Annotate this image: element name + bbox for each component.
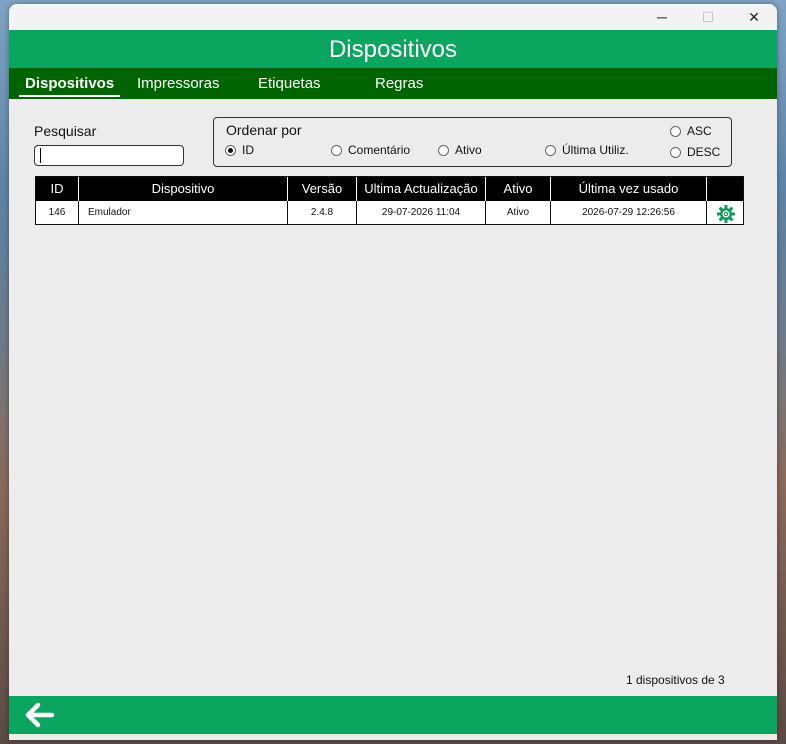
column-header-ultima-vez[interactable]: Última vez usado: [551, 177, 707, 201]
radio-icon: [438, 144, 449, 156]
column-header-ativo[interactable]: Ativo: [486, 177, 551, 201]
app-window: ─ ☐ ✕ Dispositivos Dispositivos Impresso…: [9, 4, 777, 740]
sort-option-label: Última Utiliz.: [562, 143, 629, 157]
minimize-button[interactable]: ─: [639, 4, 685, 30]
radio-icon: [670, 125, 681, 137]
sort-option-ultima[interactable]: Última Utiliz.: [545, 143, 629, 157]
column-header-id[interactable]: ID: [36, 177, 79, 201]
sort-title: Ordenar por: [226, 122, 302, 138]
title-bar: ─ ☐ ✕: [9, 4, 777, 30]
gear-icon[interactable]: [717, 205, 735, 223]
sort-option-label: ID: [242, 143, 254, 157]
cell-device: Emulador: [79, 201, 288, 224]
sort-option-label: Comentário: [348, 143, 411, 157]
cell-id: 146: [36, 201, 79, 224]
column-header-dispositivo[interactable]: Dispositivo: [79, 177, 288, 201]
footer-bar: [9, 696, 777, 734]
column-header-actions: [707, 177, 743, 201]
radio-icon: [545, 144, 556, 156]
sort-direction-desc[interactable]: DESC: [670, 145, 720, 159]
sort-option-id[interactable]: ID: [225, 143, 254, 157]
sort-option-ativo[interactable]: Ativo: [438, 143, 482, 157]
radio-checked-icon: [225, 144, 236, 156]
tab-bar: Dispositivos Impressoras Etiquetas Regra…: [9, 68, 777, 99]
tab-etiquetas[interactable]: Etiquetas: [258, 68, 321, 99]
devices-table: ID Dispositivo Versão Ultima Actualizaçã…: [35, 176, 744, 225]
sort-group: Ordenar por ID Comentário Ativo Última U…: [213, 117, 732, 167]
arrow-left-icon[interactable]: [23, 701, 55, 729]
sort-direction-label: ASC: [687, 124, 712, 138]
column-header-versao[interactable]: Versão: [288, 177, 357, 201]
search-input[interactable]: [34, 145, 184, 166]
close-button[interactable]: ✕: [731, 4, 777, 30]
tab-dispositivos[interactable]: Dispositivos: [18, 68, 121, 99]
tab-impressoras[interactable]: Impressoras: [137, 68, 220, 99]
radio-icon: [331, 144, 342, 156]
sort-direction-asc[interactable]: ASC: [670, 124, 712, 138]
cell-version: 2.4.8: [288, 201, 357, 224]
cell-updated: 29-07-2026 11:04: [357, 201, 486, 224]
cell-active: Ativo: [486, 201, 551, 224]
device-count: 1 dispositivos de 3: [626, 673, 725, 687]
tab-regras[interactable]: Regras: [375, 68, 423, 99]
cell-last-used: 2026-07-29 12:26:56: [551, 201, 707, 224]
maximize-button[interactable]: ☐: [685, 4, 731, 30]
column-header-actualizacao[interactable]: Ultima Actualização: [357, 177, 486, 201]
search-label: Pesquisar: [34, 123, 97, 139]
text-caret: [40, 148, 41, 163]
sort-option-label: Ativo: [455, 143, 482, 157]
sort-option-comentario[interactable]: Comentário: [331, 143, 410, 157]
sort-direction-label: DESC: [687, 145, 721, 159]
page-title: Dispositivos: [9, 30, 777, 68]
radio-icon: [670, 146, 681, 158]
